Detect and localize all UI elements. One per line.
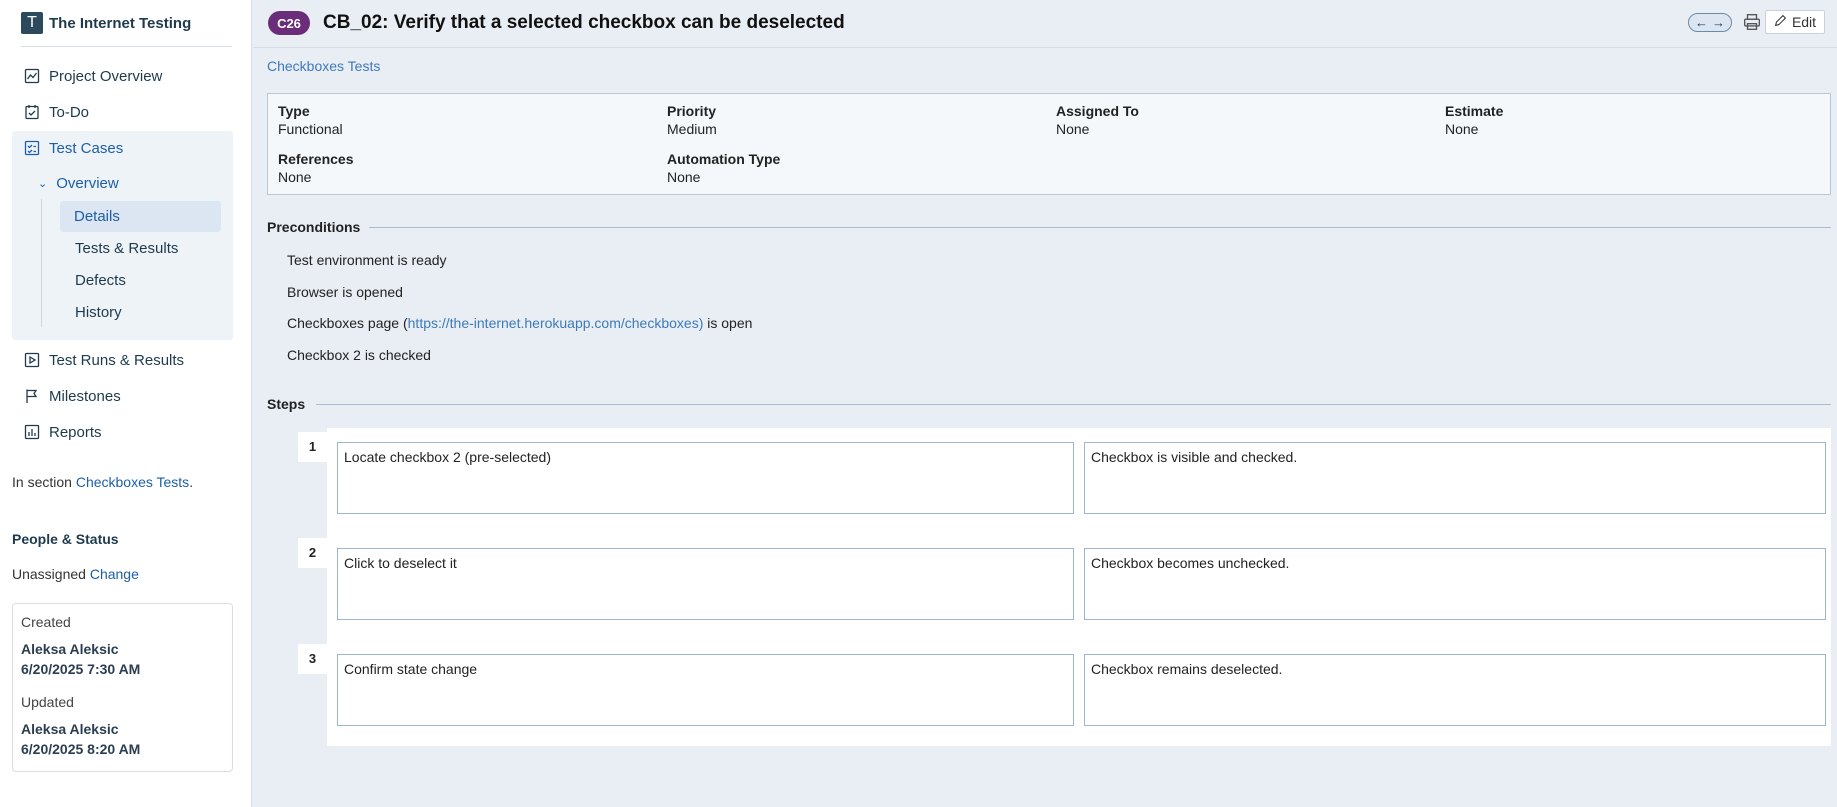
precondition-item: Browser is opened (287, 284, 403, 300)
field-estimate: Estimate None (1445, 103, 1503, 137)
precondition-url-link[interactable]: https://the-internet.herokuapp.com/check… (408, 315, 704, 331)
project-logo: T (21, 12, 43, 34)
field-label: Automation Type (667, 151, 781, 167)
field-label: Assigned To (1056, 103, 1139, 119)
step-expected-result: Checkbox remains deselected. (1084, 654, 1826, 726)
nav-test-cases[interactable]: Test Cases (12, 133, 233, 163)
print-icon[interactable] (1743, 13, 1761, 31)
chart-line-icon (24, 68, 40, 84)
case-fields: Type Functional Priority Medium Assigned… (267, 93, 1831, 195)
breadcrumb-section-link[interactable]: Checkboxes Tests (267, 58, 380, 74)
step-expected-result: Checkbox becomes unchecked. (1084, 548, 1826, 620)
step-number: 3 (298, 644, 327, 674)
divider (369, 227, 1831, 228)
nav-milestones[interactable]: Milestones (12, 381, 233, 411)
next-case-icon[interactable]: → (1712, 15, 1725, 30)
play-box-icon (24, 352, 40, 368)
sidebar: T The Internet Testing Project Overview … (0, 0, 252, 807)
nav-todo[interactable]: To-Do (12, 97, 233, 127)
test-cases-icon (24, 140, 40, 156)
precondition-text: is open (703, 315, 753, 331)
created-by: Aleksa Aleksic (21, 641, 119, 657)
section-info: In section Checkboxes Tests. (12, 474, 193, 490)
change-assignee-link[interactable]: Change (90, 566, 139, 582)
flag-icon (24, 388, 40, 404)
nav-label: Milestones (49, 387, 121, 405)
steps-heading: Steps (267, 396, 306, 412)
assignee-status: Unassigned Change (12, 566, 139, 582)
nav-details[interactable]: Details (60, 201, 221, 232)
field-automation-type: Automation Type None (667, 151, 780, 185)
precondition-item: Test environment is ready (287, 252, 447, 268)
case-title: CB_02: Verify that a selected checkbox c… (323, 12, 845, 33)
step-expected-result: Checkbox is visible and checked. (1084, 442, 1826, 514)
brand[interactable]: T The Internet Testing (21, 11, 232, 47)
section-link[interactable]: Checkboxes Tests (76, 474, 189, 490)
nav-label: To-Do (49, 103, 90, 121)
step-action: Confirm state change (337, 654, 1074, 726)
nav-defects[interactable]: Defects (60, 265, 221, 296)
case-navigation: ← → (1688, 13, 1732, 32)
assignee-value: Unassigned (12, 566, 86, 582)
case-header: C26 CB_02: Verify that a selected checkb… (253, 0, 1837, 48)
step-action: Locate checkbox 2 (pre-selected) (337, 442, 1074, 514)
nav-project-overview[interactable]: Project Overview (12, 61, 233, 91)
precondition-item: Checkbox 2 is checked (287, 347, 431, 363)
field-label: Type (278, 103, 310, 119)
pencil-icon (1774, 14, 1787, 30)
nav-reports[interactable]: Reports (12, 417, 233, 447)
field-type: Type Functional (278, 103, 343, 137)
edit-label: Edit (1791, 14, 1817, 30)
bar-chart-icon (24, 424, 40, 440)
section-info-suffix: . (189, 474, 194, 490)
field-priority: Priority Medium (667, 103, 717, 137)
tree-line (41, 199, 42, 327)
nav-label: Tests & Results (75, 240, 179, 257)
nav-history[interactable]: History (60, 297, 221, 328)
prev-case-icon[interactable]: ← (1695, 15, 1708, 30)
field-references: References None (278, 151, 354, 185)
field-value: None (278, 169, 312, 185)
field-value: None (667, 169, 701, 185)
field-label: Estimate (1445, 103, 1504, 119)
field-label: References (278, 151, 354, 167)
case-id-badge: C26 (268, 11, 310, 35)
nav-label: Project Overview (49, 67, 163, 85)
section-info-prefix: In section (12, 474, 76, 490)
precondition-item: Checkboxes page (https://the-internet.he… (287, 315, 752, 331)
nav-tests-results[interactable]: Tests & Results (60, 233, 221, 264)
preconditions-heading: Preconditions (267, 219, 361, 235)
nav-label: Test Cases (49, 139, 124, 157)
field-value: Medium (667, 121, 717, 137)
nav-label: History (75, 304, 122, 321)
edit-button[interactable]: Edit (1765, 10, 1825, 34)
created-label: Created (21, 614, 71, 630)
nav-overview[interactable]: ⌄ Overview (38, 171, 119, 195)
field-label: Priority (667, 103, 717, 119)
nav-label: Reports (49, 423, 102, 441)
people-status-heading: People & Status (12, 531, 119, 547)
updated-at: 6/20/2025 8:20 AM (21, 741, 141, 757)
created-at: 6/20/2025 7:30 AM (21, 661, 141, 677)
chevron-down-icon: ⌄ (38, 177, 48, 190)
nav-label: Details (74, 208, 120, 225)
divider (316, 404, 1831, 405)
nav-label: Defects (75, 272, 126, 289)
updated-label: Updated (21, 694, 74, 710)
checklist-icon (24, 104, 40, 120)
field-value: None (1056, 121, 1090, 137)
updated-by: Aleksa Aleksic (21, 721, 119, 737)
field-assigned-to: Assigned To None (1056, 103, 1139, 137)
precondition-text: Checkboxes page ( (287, 315, 408, 331)
audit-info-box: Created Aleksa Aleksic 6/20/2025 7:30 AM… (12, 603, 233, 772)
nav-label: Overview (56, 174, 119, 192)
nav-label: Test Runs & Results (49, 351, 185, 369)
project-name: The Internet Testing (49, 14, 192, 32)
step-number: 1 (298, 432, 327, 462)
step-number: 2 (298, 538, 327, 568)
step-action: Click to deselect it (337, 548, 1074, 620)
field-value: Functional (278, 121, 343, 137)
nav-test-runs[interactable]: Test Runs & Results (12, 345, 233, 375)
field-value: None (1445, 121, 1479, 137)
